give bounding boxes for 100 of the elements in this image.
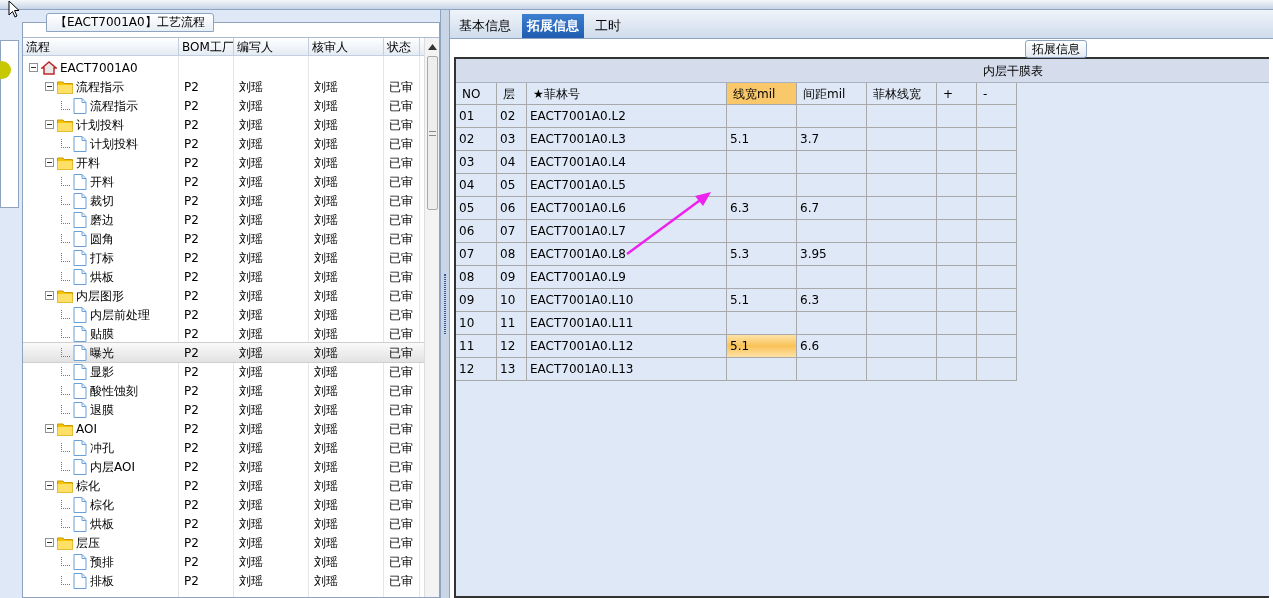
column-header[interactable]: 菲林线宽 <box>867 83 937 105</box>
collapse-icon[interactable] <box>45 158 54 167</box>
table-cell[interactable]: 6.6 <box>797 335 867 358</box>
tree-row[interactable]: EACT7001A0 <box>23 58 424 77</box>
collapse-icon[interactable] <box>45 424 54 433</box>
tree-row[interactable]: 酸性蚀刻 P2 刘瑶 刘瑶 已审 <box>23 381 424 400</box>
table-cell[interactable] <box>867 197 937 220</box>
tree-row[interactable]: 开料 P2 刘瑶 刘瑶 已审 <box>23 172 424 191</box>
column-header[interactable]: + <box>937 83 977 105</box>
table-cell[interactable]: 03 <box>497 128 527 151</box>
table-cell[interactable]: 5.1 <box>727 289 797 312</box>
table-cell[interactable]: EACT7001A0.L12 <box>527 335 727 358</box>
tree-row[interactable]: 裁切 P2 刘瑶 刘瑶 已审 <box>23 191 424 210</box>
table-cell[interactable]: 08 <box>456 266 497 289</box>
tree-row[interactable]: 计划投料 P2 刘瑶 刘瑶 已审 <box>23 115 424 134</box>
tree-row[interactable]: 曝光 P2 刘瑶 刘瑶 已审 <box>23 343 424 362</box>
tree-row[interactable]: 棕化 P2 刘瑶 刘瑶 已审 <box>23 476 424 495</box>
table-cell[interactable] <box>977 174 1017 197</box>
collapse-icon[interactable] <box>45 481 54 490</box>
table-cell[interactable]: 3.7 <box>797 128 867 151</box>
table-cell[interactable] <box>977 105 1017 128</box>
tree-row[interactable]: 退膜 P2 刘瑶 刘瑶 已审 <box>23 400 424 419</box>
table-cell[interactable]: EACT7001A0.L7 <box>527 220 727 243</box>
table-cell[interactable] <box>727 358 797 381</box>
tree-row[interactable]: 计划投料 P2 刘瑶 刘瑶 已审 <box>23 134 424 153</box>
table-cell[interactable]: 03 <box>456 151 497 174</box>
tree-row[interactable]: AOI P2 刘瑶 刘瑶 已审 <box>23 419 424 438</box>
table-cell[interactable] <box>797 358 867 381</box>
table-cell[interactable]: 10 <box>497 289 527 312</box>
tab[interactable]: 拓展信息 <box>522 14 584 38</box>
table-cell[interactable] <box>977 358 1017 381</box>
tab[interactable]: 工时 <box>590 14 626 38</box>
tree-row[interactable]: 开料 P2 刘瑶 刘瑶 已审 <box>23 153 424 172</box>
tree-row[interactable]: 圆角 P2 刘瑶 刘瑶 已审 <box>23 229 424 248</box>
table-cell[interactable] <box>867 358 937 381</box>
tree-row[interactable]: 棕化 P2 刘瑶 刘瑶 已审 <box>23 495 424 514</box>
table-cell[interactable]: 12 <box>456 358 497 381</box>
table-cell[interactable] <box>977 312 1017 335</box>
tree-row[interactable]: 预排 P2 刘瑶 刘瑶 已审 <box>23 552 424 571</box>
table-cell[interactable] <box>727 174 797 197</box>
table-cell[interactable] <box>797 220 867 243</box>
table-cell[interactable]: 13 <box>497 358 527 381</box>
table-cell[interactable]: 11 <box>497 312 527 335</box>
tree-row[interactable]: 冲孔 P2 刘瑶 刘瑶 已审 <box>23 438 424 457</box>
table-cell[interactable]: 04 <box>456 174 497 197</box>
table-cell[interactable] <box>937 358 977 381</box>
table-cell[interactable]: 10 <box>456 312 497 335</box>
scroll-thumb[interactable] <box>426 56 438 210</box>
table-cell[interactable] <box>797 105 867 128</box>
table-cell[interactable] <box>797 266 867 289</box>
table-cell[interactable]: 07 <box>456 243 497 266</box>
column-header[interactable]: 状态 <box>384 38 420 55</box>
collapse-icon[interactable] <box>45 291 54 300</box>
table-cell[interactable]: EACT7001A0.L11 <box>527 312 727 335</box>
table-cell[interactable] <box>937 151 977 174</box>
table-cell[interactable] <box>977 197 1017 220</box>
table-cell[interactable] <box>937 220 977 243</box>
table-cell[interactable]: 5.3 <box>727 243 797 266</box>
table-cell[interactable]: 05 <box>456 197 497 220</box>
table-cell[interactable] <box>867 243 937 266</box>
table-cell[interactable] <box>797 151 867 174</box>
table-cell[interactable]: EACT7001A0.L4 <box>527 151 727 174</box>
tree-row[interactable]: 内层图形 P2 刘瑶 刘瑶 已审 <box>23 286 424 305</box>
table-cell[interactable]: EACT7001A0.L9 <box>527 266 727 289</box>
table-cell[interactable] <box>867 266 937 289</box>
table-cell[interactable]: 02 <box>497 105 527 128</box>
tree-row[interactable]: 内层前处理 P2 刘瑶 刘瑶 已审 <box>23 305 424 324</box>
table-cell[interactable] <box>977 243 1017 266</box>
table-cell[interactable] <box>867 335 937 358</box>
table-cell[interactable] <box>727 266 797 289</box>
table-cell[interactable]: 5.1 <box>727 335 797 358</box>
tree-row[interactable]: 层压 P2 刘瑶 刘瑶 已审 <box>23 533 424 552</box>
table-cell[interactable] <box>797 174 867 197</box>
table-cell[interactable] <box>937 197 977 220</box>
table-cell[interactable]: 02 <box>456 128 497 151</box>
table-cell[interactable]: 3.95 <box>797 243 867 266</box>
table-cell[interactable]: 06 <box>456 220 497 243</box>
table-cell[interactable]: 04 <box>497 151 527 174</box>
table-cell[interactable] <box>727 220 797 243</box>
table-cell[interactable] <box>937 312 977 335</box>
table-cell[interactable]: 5.1 <box>727 128 797 151</box>
table-cell[interactable] <box>937 243 977 266</box>
table-cell[interactable]: EACT7001A0.L10 <box>527 289 727 312</box>
table-cell[interactable] <box>797 312 867 335</box>
column-header[interactable]: 编写人 <box>234 38 309 55</box>
tree-row[interactable]: 烘板 P2 刘瑶 刘瑶 已审 <box>23 514 424 533</box>
table-cell[interactable] <box>867 312 937 335</box>
table-cell[interactable]: EACT7001A0.L2 <box>527 105 727 128</box>
table-cell[interactable]: 6.7 <box>797 197 867 220</box>
table-cell[interactable]: EACT7001A0.L13 <box>527 358 727 381</box>
table-cell[interactable] <box>727 105 797 128</box>
table-cell[interactable]: 12 <box>497 335 527 358</box>
table-cell[interactable] <box>727 151 797 174</box>
table-cell[interactable] <box>867 151 937 174</box>
table-cell[interactable]: 09 <box>497 266 527 289</box>
tab[interactable]: 基本信息 <box>454 14 516 38</box>
table-cell[interactable]: EACT7001A0.L8 <box>527 243 727 266</box>
table-cell[interactable] <box>867 105 937 128</box>
tree-row[interactable]: 烘板 P2 刘瑶 刘瑶 已审 <box>23 267 424 286</box>
tree-row[interactable]: 排板 P2 刘瑶 刘瑶 已审 <box>23 571 424 590</box>
